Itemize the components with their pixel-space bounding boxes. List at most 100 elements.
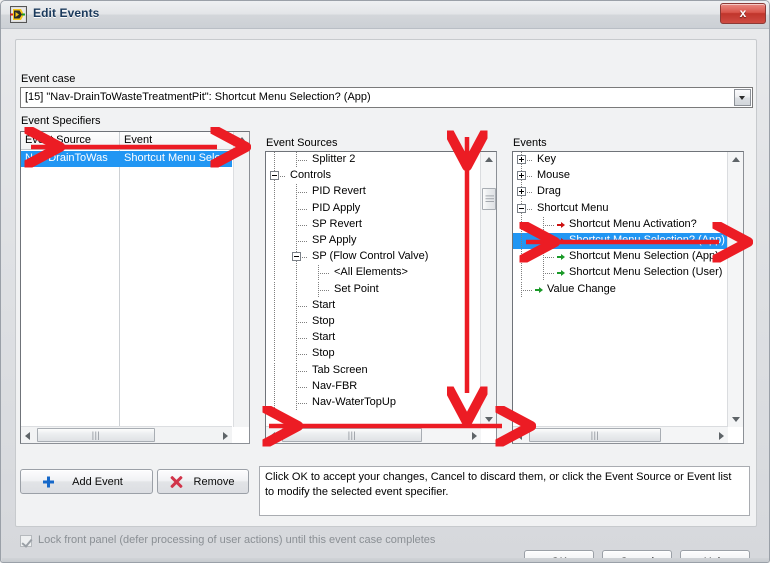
collapse-icon[interactable]	[517, 204, 526, 213]
event-item[interactable]: Shortcut Menu Selection (App)	[513, 249, 728, 265]
event-source-item[interactable]: Splitter 2	[266, 152, 481, 168]
event-item[interactable]: Shortcut Menu	[513, 201, 728, 217]
event-item[interactable]: Value Change	[513, 282, 728, 298]
event-specifiers-label: Event Specifiers	[21, 115, 101, 127]
event-source-item[interactable]: Set Point	[266, 282, 481, 298]
event-source-item[interactable]: SP Apply	[266, 233, 481, 249]
event-source-item[interactable]: Stop	[266, 346, 481, 362]
tree-connector-line	[296, 298, 297, 314]
expand-icon[interactable]	[517, 155, 526, 164]
event-source-item[interactable]: SP Revert	[266, 217, 481, 233]
events-tree[interactable]: Key Mouse Drag Shortcut Menu Shortcut Menu A…	[512, 151, 744, 444]
tree-connector-line	[543, 273, 555, 274]
tree-connector-line	[318, 282, 319, 298]
event-source-item[interactable]: Start	[266, 330, 481, 346]
event-source-item[interactable]: <All Elements>	[266, 265, 481, 281]
event-case-combobox[interactable]: [15] "Nav-DrainToWasteTreatmentPit": Sho…	[20, 87, 753, 108]
event-source-item[interactable]: Nav-WaterTopUp	[266, 395, 481, 410]
event-sources-rows: Splitter 2 Controls PID Revert PID Apply SP …	[266, 152, 481, 410]
tree-connector-line	[521, 233, 522, 249]
labview-icon	[10, 6, 27, 23]
event-source-item-label: PID Revert	[312, 185, 366, 197]
events-hscroll-thumb[interactable]: |||	[529, 428, 661, 442]
specifiers-horizontal-scrollbar[interactable]: |||	[21, 426, 232, 443]
scroll-grip-icon: |||	[347, 430, 357, 440]
scroll-grip-icon: |||	[485, 194, 496, 204]
column-divider	[119, 132, 120, 427]
event-source-item[interactable]: Stop	[266, 314, 481, 330]
events-horizontal-scrollbar[interactable]: |||	[513, 426, 728, 443]
scroll-down-icon[interactable]	[732, 417, 740, 422]
scroll-right-icon[interactable]	[223, 432, 228, 440]
event-item[interactable]: Key	[513, 152, 728, 168]
event-source-item-label: Stop	[312, 315, 335, 327]
scroll-up-icon[interactable]	[485, 157, 493, 162]
scroll-up-icon[interactable]	[238, 137, 246, 142]
tree-connector-line	[274, 249, 275, 265]
event-specifiers-list[interactable]: Event Source Event Nav-DrainToWas Shortc…	[20, 131, 250, 444]
tree-connector-line	[274, 346, 275, 362]
sources-hscroll-thumb[interactable]: |||	[282, 428, 422, 442]
event-source-item[interactable]: PID Apply	[266, 201, 481, 217]
add-event-label: Add Event	[72, 475, 123, 488]
chevron-down-icon[interactable]	[734, 89, 751, 106]
event-source-item[interactable]: Start	[266, 298, 481, 314]
tree-connector-line	[296, 371, 308, 372]
scroll-down-icon[interactable]	[485, 417, 493, 422]
tree-connector-line	[274, 314, 275, 330]
event-source-item[interactable]: Controls	[266, 168, 481, 184]
tree-connector-line	[296, 330, 297, 346]
event-source-item-label: PID Apply	[312, 202, 361, 214]
tree-connector-line	[296, 346, 297, 362]
event-source-item-label: Start	[312, 299, 336, 311]
title-bar[interactable]: Edit Events x	[1, 1, 769, 29]
event-source-item[interactable]: Tab Screen	[266, 363, 481, 379]
expand-icon[interactable]	[517, 187, 526, 196]
event-source-item[interactable]: SP (Flow Control Valve)	[266, 249, 481, 265]
collapse-icon[interactable]	[270, 171, 279, 180]
specifiers-hscroll-thumb[interactable]: |||	[37, 428, 155, 442]
event-item-label: Shortcut Menu Selection (User)	[569, 266, 723, 278]
tree-connector-line	[543, 265, 544, 281]
event-item[interactable]: Shortcut Menu Selection? (App)	[513, 233, 728, 249]
scroll-left-icon[interactable]	[517, 432, 522, 440]
expand-icon[interactable]	[517, 171, 526, 180]
scroll-up-icon[interactable]	[732, 157, 740, 162]
specifiers-vertical-scrollbar[interactable]	[233, 132, 249, 427]
table-row[interactable]: Nav-DrainToWas Shortcut Menu Selec	[21, 151, 232, 167]
tree-connector-line	[296, 233, 297, 249]
tree-connector-line	[296, 282, 297, 298]
event-source-item-label: Stop	[312, 347, 335, 359]
tree-connector-line	[296, 306, 308, 307]
tree-connector-line	[521, 282, 522, 298]
sources-vertical-scrollbar[interactable]: |||	[480, 152, 496, 427]
scroll-right-icon[interactable]	[472, 432, 477, 440]
scroll-left-icon[interactable]	[270, 432, 275, 440]
scroll-left-icon[interactable]	[25, 432, 30, 440]
remove-button[interactable]: Remove	[157, 469, 249, 494]
tree-connector-line	[296, 152, 297, 168]
tree-connector-line	[274, 201, 275, 217]
event-source-item[interactable]: Nav-FBR	[266, 379, 481, 395]
event-item[interactable]: Mouse	[513, 168, 728, 184]
add-event-button[interactable]: Add Event	[20, 469, 153, 494]
event-item[interactable]: Drag	[513, 184, 728, 200]
lock-front-panel-checkbox[interactable]	[20, 535, 32, 547]
sources-vscroll-thumb[interactable]: |||	[482, 188, 496, 210]
event-source-item-label: SP (Flow Control Valve)	[312, 250, 429, 262]
event-item[interactable]: Shortcut Menu Activation?	[513, 217, 728, 233]
sources-horizontal-scrollbar[interactable]: |||	[266, 426, 481, 443]
event-item[interactable]: Shortcut Menu Selection (User)	[513, 265, 728, 281]
events-vertical-scrollbar[interactable]	[727, 152, 743, 427]
collapse-icon[interactable]	[292, 252, 301, 261]
tree-connector-line	[274, 184, 275, 200]
column-header-event: Event	[124, 134, 153, 146]
event-sources-tree[interactable]: Splitter 2 Controls PID Revert PID Apply SP …	[265, 151, 497, 444]
close-icon[interactable]: x	[720, 3, 766, 24]
scroll-right-icon[interactable]	[719, 432, 724, 440]
tree-connector-line	[296, 403, 308, 404]
tree-connector-line	[274, 282, 275, 298]
event-source-item[interactable]: PID Revert	[266, 184, 481, 200]
tree-connector-line	[521, 290, 533, 291]
tree-connector-line	[318, 273, 330, 274]
